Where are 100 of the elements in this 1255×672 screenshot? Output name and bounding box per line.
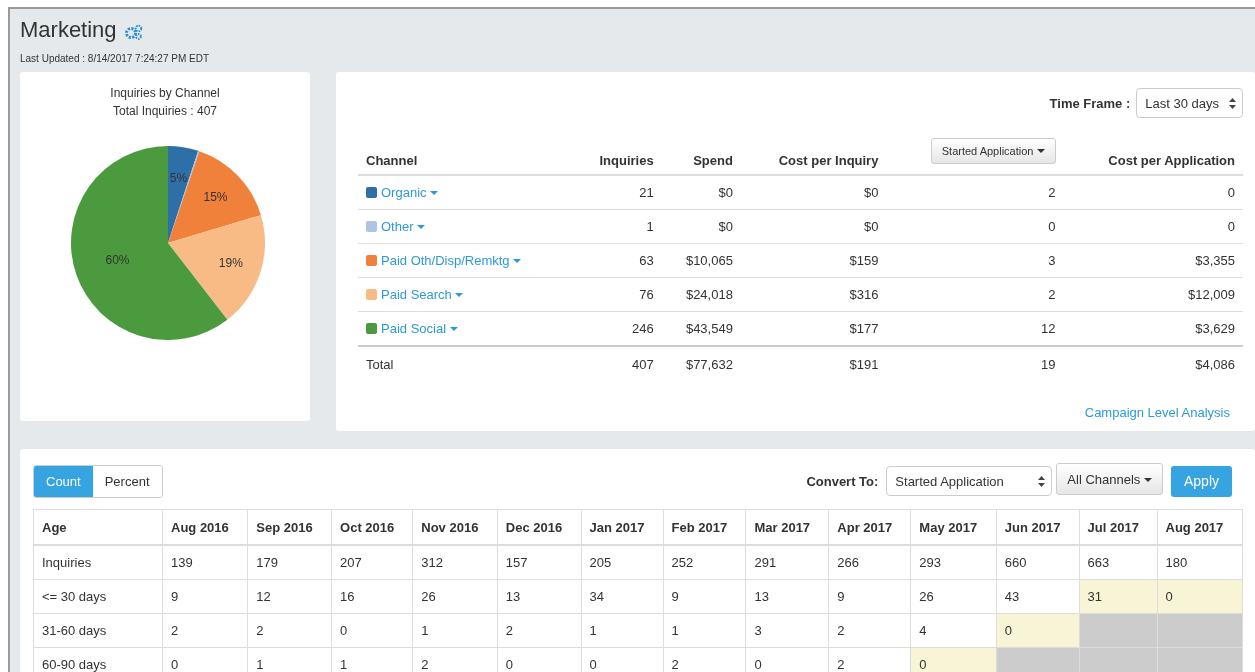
convert-select[interactable]: Started Application [886,466,1053,496]
table-cell: 26 [910,579,997,614]
column-header: Inquiries [599,153,654,168]
toggle-button[interactable]: Count [34,465,93,497]
table-cell: 13 [497,579,581,614]
table-cell: 2 [1048,185,1056,200]
column-header: Jan 2017 [589,519,645,535]
table-cell: 0 [1157,579,1243,614]
table-cell: 139 [162,545,248,580]
table-cell: 2 [828,613,911,648]
table-cell: $316 [849,287,879,302]
table-cell: 0 [1227,219,1235,234]
table-cell: 9 [162,579,248,614]
column-header: Jun 2017 [1004,519,1061,535]
table-cell: $0 [718,185,733,200]
column-header: Dec 2016 [505,519,563,535]
table-cell: 12 [1041,321,1056,336]
table-cell: $24,018 [685,287,733,302]
table-cell: 12 [247,579,332,614]
total-cell: $77,632 [685,356,733,372]
table-cell: 266 [828,545,911,580]
row-label: 31-60 days [42,623,107,638]
column-header: Aug 2016 [171,519,229,535]
chart-subtitle: Total Inquiries : 407 [111,103,219,120]
table-cell: 207 [331,545,413,580]
table-cell: 21 [639,185,654,200]
column-header: Oct 2016 [340,519,395,535]
channel-link[interactable]: Organic [381,185,439,200]
column-header: Cost per Inquiry [778,153,879,168]
table-cell: 76 [639,287,654,302]
conversion-dropdown[interactable]: Started Application [930,138,1056,164]
up-down-arrows-icon [1229,97,1236,109]
channel-link[interactable]: Paid Search [381,287,464,302]
column-header: Spend [693,153,733,168]
table-cell: $12,009 [1188,287,1235,302]
apply-button[interactable]: Apply [1170,465,1232,497]
table-cell: 2 [1048,287,1056,302]
table-cell: 2 [497,613,581,648]
table-cell: 0 [996,613,1080,648]
column-header: Aug 2017 [1165,519,1224,535]
table-cell: 205 [581,545,664,580]
row-label: <= 30 days [42,589,107,604]
column-header: Sep 2016 [256,519,313,535]
table-cell: $0 [863,219,879,234]
table-cell: 660 [996,545,1080,580]
table-cell: $3,629 [1195,321,1235,336]
column-header: Cost per Application [1108,153,1235,168]
table-cell: 252 [663,545,746,580]
table-cell: $177 [849,321,879,336]
table-cell: 4 [910,613,997,648]
channel-link[interactable]: Paid Social [381,321,458,336]
column-header: Channel [366,153,418,168]
table-cell: 0 [1227,185,1235,200]
table-cell: 0 [1048,219,1056,234]
channel-link[interactable]: Other [381,219,426,234]
campaign-analysis-link[interactable]: Campaign Level Analysis [1084,405,1230,420]
table-cell: 179 [247,545,332,580]
table-cell: 9 [828,579,911,614]
table-cell: 3 [1048,253,1056,268]
column-header: Feb 2017 [671,519,728,535]
table-cell: 293 [910,545,997,580]
table-cell: 1 [646,219,654,234]
channels-dropdown[interactable]: All Channels [1056,463,1163,495]
table-cell: 157 [497,545,581,580]
table-cell: $159 [849,253,879,268]
table-cell: 1 [663,613,746,648]
time-frame-label: Time Frame : [1049,95,1131,111]
column-header: Mar 2017 [754,519,811,535]
table-cell: 63 [639,253,654,268]
slice-label: 5% [169,170,188,185]
page-title: Marketing [20,17,117,43]
table-cell: $10,065 [685,253,733,268]
table-cell: $3,355 [1195,253,1235,268]
time-frame-select[interactable]: Last 30 days [1136,88,1243,118]
gears-icon[interactable] [124,24,143,40]
table-cell: 26 [412,579,498,614]
table-cell: 1 [581,613,664,648]
last-updated: Last Updated : 8/14/2017 7:24:27 PM EDT [20,53,210,64]
table-cell: 13 [745,579,829,614]
table-cell: 2 [247,613,332,648]
convert-label: Convert To: [806,473,879,489]
table-cell: 0 [331,613,413,648]
slice-label: 15% [203,190,228,205]
column-header: Apr 2017 [837,519,893,535]
column-header: Age [42,519,67,535]
table-cell: $43,549 [685,321,733,336]
chart-title: Inquiries by Channel [109,85,221,102]
slice-label: 19% [218,256,243,271]
total-cell: 19 [1041,356,1056,372]
table-cell: 34 [581,579,664,614]
table-cell: 246 [631,321,654,336]
table-cell: 3 [745,613,829,648]
total-cell: $4,086 [1195,356,1235,372]
channel-link[interactable]: Paid Oth/Disp/Remktg [381,253,522,268]
total-cell: Total [366,356,394,372]
table-cell: 663 [1079,545,1158,580]
column-header: May 2017 [919,519,978,535]
row-label: Inquiries [42,555,92,570]
table-cell: 1 [412,613,498,648]
table-cell: $0 [863,185,879,200]
